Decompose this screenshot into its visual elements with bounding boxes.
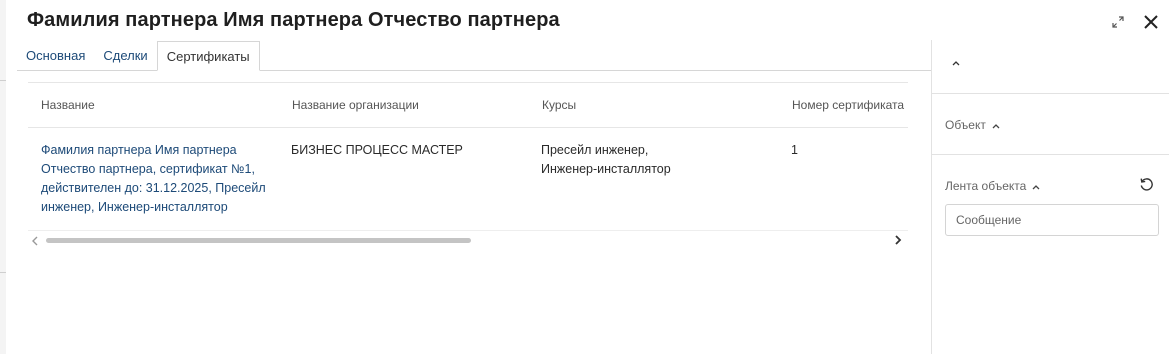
column-header-courses[interactable]: Курсы: [542, 98, 576, 112]
refresh-feed-button[interactable]: [1138, 176, 1155, 193]
expand-button[interactable]: [1108, 12, 1128, 32]
cell-organization: БИЗНЕС ПРОЦЕСС МАСТЕР: [291, 143, 463, 157]
object-section-label: Объект: [945, 118, 986, 132]
edge-tick: [0, 272, 6, 273]
table-top-border: [28, 82, 908, 83]
chevron-right-icon: [895, 235, 902, 245]
edge-tick: [0, 80, 6, 81]
feed-section-toggle[interactable]: Лента объекта: [945, 179, 1041, 194]
tabs-divider: [17, 70, 931, 71]
header-divider: [28, 127, 908, 128]
column-header-certificate-number[interactable]: Номер сертификата: [792, 98, 904, 112]
tab-main[interactable]: Основная: [17, 41, 94, 71]
tab-bar: Основная Сделки Сертификаты: [17, 41, 260, 71]
cell-certificate-name[interactable]: Фамилия партнера Имя партнера Отчество п…: [41, 141, 266, 217]
object-section-toggle[interactable]: Объект: [945, 118, 1001, 133]
chevron-up-icon: [1031, 180, 1041, 194]
chevron-up-icon: [991, 119, 1001, 133]
column-header-organization[interactable]: Название организации: [292, 98, 419, 112]
scroll-right-arrow[interactable]: [894, 233, 902, 249]
modal-title: Фамилия партнера Имя партнера Отчество п…: [27, 9, 560, 31]
message-input[interactable]: [945, 204, 1159, 236]
close-icon: [1144, 15, 1158, 29]
chevron-up-icon: [952, 61, 960, 66]
sidebar-collapse-button[interactable]: [949, 56, 963, 68]
sidebar-divider-2: [932, 154, 1169, 155]
expand-icon: [1112, 16, 1124, 28]
cell-courses: Пресейл инженер, Инженер-инсталлятор: [541, 143, 671, 176]
background-page-edge: [0, 0, 6, 354]
tab-certificates[interactable]: Сертификаты: [156, 41, 260, 71]
scroll-left-arrow[interactable]: [31, 235, 39, 249]
row-divider: [28, 230, 908, 231]
partner-card-modal: Фамилия партнера Имя партнера Отчество п…: [0, 0, 1169, 354]
cell-certificate-number: 1: [791, 143, 798, 157]
column-header-name[interactable]: Название: [41, 98, 95, 112]
feed-section-label: Лента объекта: [945, 179, 1027, 193]
sidebar-divider-1: [932, 93, 1169, 94]
sidebar-divider: [931, 40, 932, 354]
tab-deals[interactable]: Сделки: [94, 41, 156, 71]
refresh-icon: [1140, 178, 1153, 191]
chevron-left-icon: [32, 236, 38, 246]
close-button[interactable]: [1140, 11, 1162, 33]
horizontal-scrollbar-thumb[interactable]: [46, 238, 471, 243]
